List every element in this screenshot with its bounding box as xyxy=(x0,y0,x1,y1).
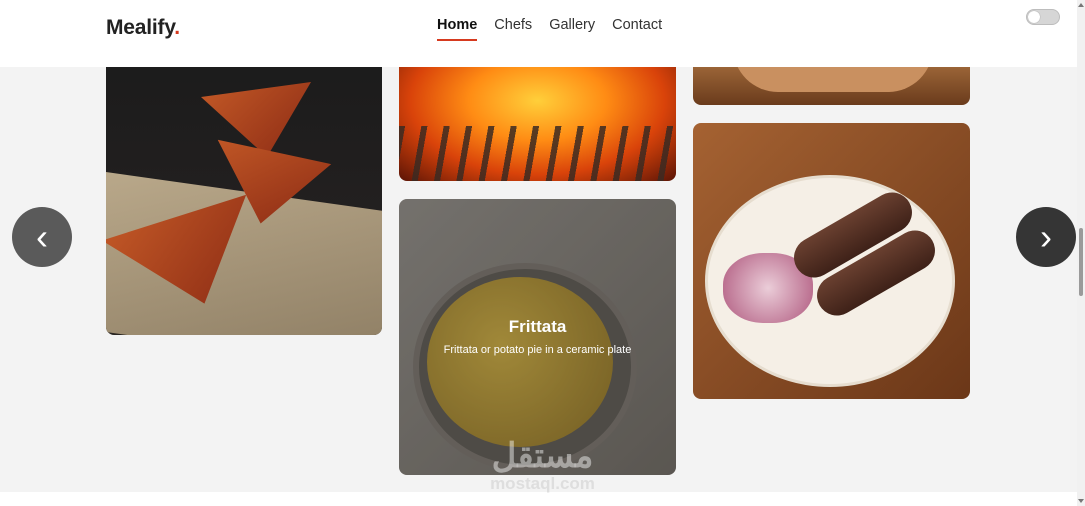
scrollbar[interactable] xyxy=(1077,0,1085,506)
gallery-section: Frittata Frittata or potato pie in a cer… xyxy=(0,67,1077,492)
scrollbar-thumb[interactable] xyxy=(1079,228,1083,296)
chevron-right-icon: › xyxy=(1040,216,1052,257)
logo-text: Mealify xyxy=(106,16,175,39)
card-description: Frittata or potato pie in a ceramic plat… xyxy=(443,344,632,356)
gallery-card-kebab[interactable] xyxy=(693,123,970,399)
carousel-prev-button[interactable]: ‹ xyxy=(12,207,72,267)
nav-contact[interactable]: Contact xyxy=(612,17,662,41)
pizza-slice xyxy=(201,82,311,157)
food-plate xyxy=(733,67,933,92)
scroll-up-icon[interactable] xyxy=(1078,3,1084,7)
theme-toggle[interactable] xyxy=(1026,9,1060,25)
gallery-card-grill[interactable] xyxy=(399,67,676,181)
gallery-card-pizza[interactable] xyxy=(106,67,382,335)
footer-strip xyxy=(0,492,1077,506)
nav-gallery[interactable]: Gallery xyxy=(549,17,595,41)
card-overlay xyxy=(399,199,676,475)
carousel-next-button[interactable]: › xyxy=(1016,207,1076,267)
main-nav: Home Chefs Gallery Contact xyxy=(437,17,662,41)
card-title: Frittata xyxy=(508,317,567,336)
logo-dot: . xyxy=(174,16,180,39)
chevron-left-icon: ‹ xyxy=(36,216,48,257)
logo[interactable]: Mealify. xyxy=(106,16,180,40)
nav-home[interactable]: Home xyxy=(437,17,478,41)
grill-bars xyxy=(399,126,676,181)
scroll-down-icon[interactable] xyxy=(1078,499,1084,503)
gallery-card-meat[interactable] xyxy=(693,67,970,105)
toggle-knob xyxy=(1028,11,1040,23)
site-header: Mealify. Home Chefs Gallery Contact xyxy=(0,0,1077,67)
gallery-card-frittata[interactable]: Frittata Frittata or potato pie in a cer… xyxy=(399,199,676,475)
nav-chefs[interactable]: Chefs xyxy=(494,17,532,41)
